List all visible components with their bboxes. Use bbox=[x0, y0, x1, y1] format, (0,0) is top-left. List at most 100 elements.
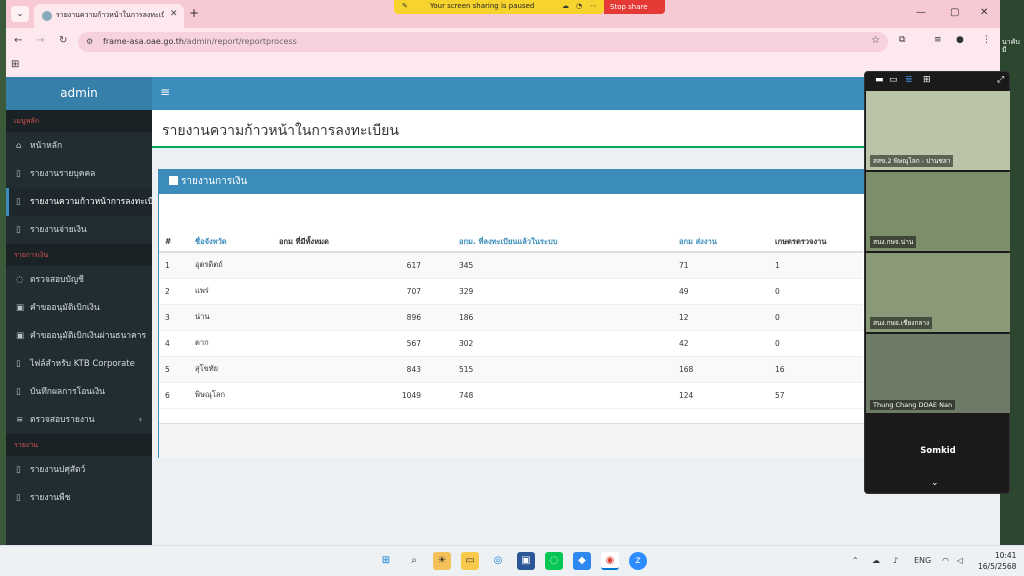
table-row: 6 พิษณุโลก 1049 748 124 57 bbox=[159, 382, 863, 409]
sidebar-item-label: ตรวจสอบบัญชี bbox=[30, 275, 84, 285]
sidebar-item[interactable]: ▣ คำขออนุมัติเบิกเงิน bbox=[6, 294, 152, 322]
close-tab-icon[interactable]: ✕ bbox=[170, 9, 178, 19]
table-cell: 329 bbox=[453, 278, 673, 305]
expand-icon[interactable]: ⤢ bbox=[997, 75, 1004, 85]
mic-icon[interactable]: ♪ bbox=[893, 556, 898, 565]
chevron-down-icon[interactable]: ⌄ bbox=[931, 478, 939, 488]
participant-video[interactable]: สสข.2 พิษณุโลก - ปานชลา bbox=[866, 91, 1010, 170]
sidebar-item[interactable]: ▯ รายงานปศุสัตว์ bbox=[6, 456, 152, 484]
volume-icon[interactable]: ◁ bbox=[957, 556, 963, 565]
table-cell: 707 bbox=[273, 278, 453, 305]
participant-name: สนง.กษจ.น่าน bbox=[870, 236, 917, 248]
sidebar-item[interactable]: ▯ รายงานพืช bbox=[6, 484, 152, 512]
stop-share-button[interactable]: Stop share bbox=[604, 0, 665, 14]
media-icon[interactable]: ≡ bbox=[934, 35, 942, 45]
site-info-icon[interactable]: ⚙ bbox=[86, 37, 93, 46]
profile-icon[interactable]: ● bbox=[956, 35, 964, 45]
film-strip-icon[interactable]: ≣ bbox=[905, 75, 913, 85]
table-cell: 843 bbox=[273, 356, 453, 383]
photos-icon[interactable]: ◆ bbox=[573, 552, 591, 570]
table-cell: 345 bbox=[453, 252, 673, 279]
sidebar-item[interactable]: ▯ รายงานจ่ายเงิน bbox=[6, 216, 152, 244]
sidebar-item-icon: ▯ bbox=[16, 197, 21, 207]
column-header[interactable]: อกม. ที่ลงทะเบียนแล้วในระบบ bbox=[453, 232, 673, 253]
forward-icon[interactable]: → bbox=[36, 35, 44, 46]
tab-search-icon[interactable]: ⌄ bbox=[11, 6, 29, 22]
new-tab-icon[interactable]: + bbox=[189, 6, 199, 20]
annotate-icon[interactable]: ◔ bbox=[576, 2, 582, 10]
participant-video[interactable]: สนง.กษอ.เชียงกลาง bbox=[866, 253, 1010, 332]
browser-tab[interactable]: รายงานความก้าวหน้าในการลงทะเบีย ✕ bbox=[34, 4, 184, 28]
table-cell: 0 bbox=[769, 278, 863, 305]
column-header[interactable]: อกม ส่งงาน bbox=[673, 232, 769, 253]
extensions-icon[interactable]: ⧉ bbox=[899, 35, 905, 45]
table-cell: สุโขทัย bbox=[189, 356, 273, 383]
sidebar-item-icon: ▯ bbox=[16, 169, 21, 179]
speaker-view-icon[interactable]: ▬ bbox=[875, 75, 884, 85]
table-cell: พิษณุโลก bbox=[189, 382, 273, 409]
sidebar-item[interactable]: ◌ ตรวจสอบบัญชี bbox=[6, 266, 152, 294]
store-icon[interactable]: ▣ bbox=[517, 552, 535, 570]
hamburger-icon[interactable]: ≡ bbox=[160, 85, 170, 99]
line-icon[interactable]: ◌ bbox=[545, 552, 563, 570]
table-cell: 57 bbox=[769, 382, 863, 409]
apps-icon[interactable]: ⊞ bbox=[11, 59, 19, 70]
sidebar-item-icon: ⌂ bbox=[16, 141, 22, 151]
sidebar-item[interactable]: ▯ บันทึกผลการโอนเงิน bbox=[6, 378, 152, 406]
edge-icon[interactable]: ◎ bbox=[489, 552, 507, 570]
sidebar-item[interactable]: ▯ รายงานรายบุคคล bbox=[6, 160, 152, 188]
logo[interactable]: admin bbox=[6, 77, 152, 110]
pause-icon: ✎ bbox=[402, 2, 408, 10]
maximize-icon[interactable]: ▢ bbox=[950, 7, 959, 18]
microphone-icon[interactable]: ☁ bbox=[562, 2, 569, 10]
table-cell: 748 bbox=[453, 382, 673, 409]
back-icon[interactable]: ← bbox=[14, 35, 22, 46]
table-cell: 515 bbox=[453, 356, 673, 383]
participant-video[interactable]: Thung Chang DOAE Nan bbox=[866, 334, 1010, 413]
search-icon[interactable]: ⌕ bbox=[405, 552, 423, 570]
column-header: เกษตรตรวจงาน bbox=[769, 232, 863, 253]
minimize-icon[interactable]: — bbox=[916, 7, 926, 18]
sidebar-item-label: หน้าหลัก bbox=[30, 141, 63, 151]
gallery-strip-icon[interactable]: ▭ bbox=[889, 75, 898, 85]
sidebar-item[interactable]: ⌂ หน้าหลัก bbox=[6, 132, 152, 160]
table-cell: 168 bbox=[673, 356, 769, 383]
network-icon[interactable]: ☁ bbox=[872, 556, 880, 565]
table-cell: 3 bbox=[159, 304, 189, 331]
bookmark-star-icon[interactable]: ☆ bbox=[871, 35, 880, 46]
close-window-icon[interactable]: ✕ bbox=[980, 7, 988, 18]
chevron-left-icon[interactable]: ‹ bbox=[139, 406, 142, 434]
zoom-toolbar: ▬ ▭ ≣ ⊞ ⤢ bbox=[865, 72, 1011, 90]
sidebar-item-label: รายงานรายบุคคล bbox=[30, 169, 96, 179]
table-cell: 2 bbox=[159, 278, 189, 305]
clock[interactable]: 10:41 16/5/2568 bbox=[978, 550, 1016, 572]
sidebar-item-label: รายงานจ่ายเงิน bbox=[30, 225, 87, 235]
more-icon[interactable]: ⋯ bbox=[590, 2, 597, 10]
clock-date: 16/5/2568 bbox=[978, 562, 1017, 571]
sidebar-item[interactable]: ▯ รายงานความก้าวหน้าการลงทะเบีย bbox=[6, 188, 152, 216]
sidebar-item[interactable]: ▯ ไฟล์สำหรับ KTB Corporate bbox=[6, 350, 152, 378]
participant-video[interactable]: สนง.กษจ.น่าน bbox=[866, 172, 1010, 251]
sidebar-header-report: รายงาน bbox=[6, 434, 152, 456]
widgets-icon[interactable]: ☀ bbox=[433, 552, 451, 570]
tray-chevron-icon[interactable]: ⌃ bbox=[852, 556, 859, 565]
gallery-view-icon[interactable]: ⊞ bbox=[923, 75, 931, 85]
zoom-app-icon[interactable]: z bbox=[629, 552, 647, 570]
start-icon[interactable]: ⊞ bbox=[377, 552, 395, 570]
table-row: 3 น่าน 896 186 12 0 bbox=[159, 304, 863, 331]
file-explorer-icon[interactable]: ▭ bbox=[461, 552, 479, 570]
clock-time: 10:41 bbox=[994, 551, 1017, 560]
menu-icon[interactable]: ⋮ bbox=[982, 35, 991, 45]
wifi-icon[interactable]: ◠ bbox=[942, 556, 949, 565]
chrome-icon[interactable]: ◉ bbox=[601, 552, 619, 570]
table-row: 5 สุโขทัย 843 515 168 16 bbox=[159, 356, 863, 383]
address-bar[interactable]: ⚙ frame-asa.oae.go.th/admin/report/repor… bbox=[78, 32, 888, 52]
table-cell: 5 bbox=[159, 356, 189, 383]
table-cell: 617 bbox=[273, 252, 453, 279]
language-indicator[interactable]: ENG bbox=[914, 556, 931, 565]
sidebar-item[interactable]: ▣ คำขออนุมัติเบิกเงินผ่านธนาคาร bbox=[6, 322, 152, 350]
sidebar-item-icon: ▯ bbox=[16, 387, 21, 397]
sidebar-item[interactable]: ≡ ตรวจสอบรายงาน ‹ bbox=[6, 406, 152, 434]
column-header[interactable]: ชื่อจังหวัด bbox=[189, 232, 273, 253]
reload-icon[interactable]: ↻ bbox=[59, 35, 67, 46]
